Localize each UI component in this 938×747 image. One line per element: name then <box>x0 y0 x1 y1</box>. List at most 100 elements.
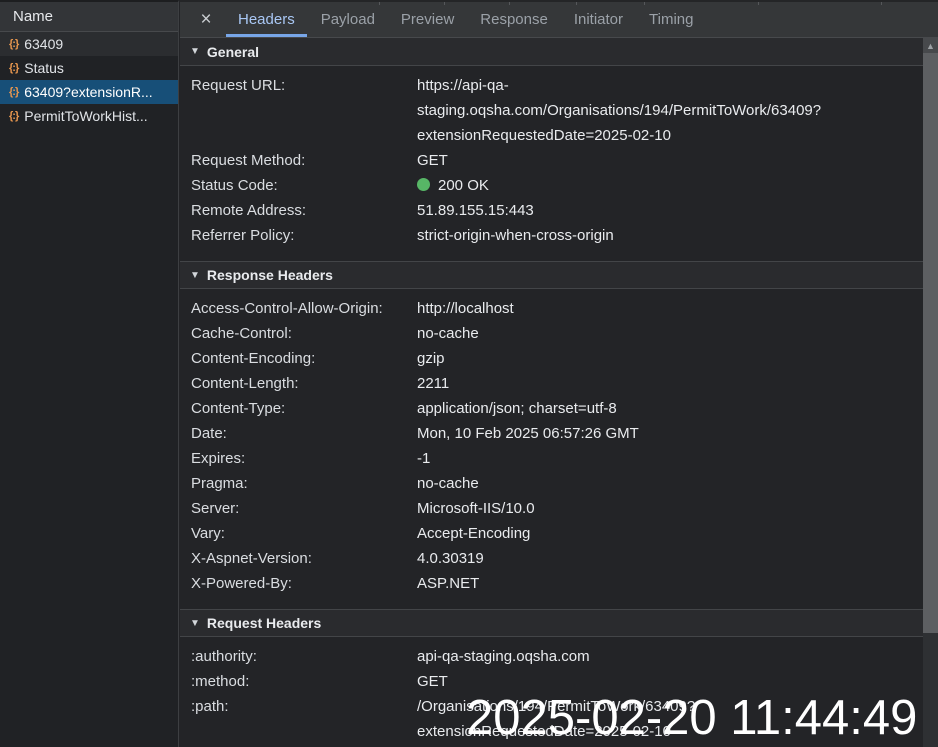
tab-initiator[interactable]: Initiator <box>562 2 635 37</box>
header-row: X-Powered-By: ASP.NET <box>180 571 923 596</box>
request-list-item-status[interactable]: {:} Status <box>0 56 178 80</box>
request-name-label: PermitToWorkHist... <box>24 108 148 124</box>
section-title: Response Headers <box>206 267 333 283</box>
header-value: Accept-Encoding <box>417 521 907 546</box>
header-row: Referrer Policy: strict-origin-when-cros… <box>180 223 923 248</box>
header-value: 51.89.155.15:443 <box>417 198 907 223</box>
header-value-text: ASP.NET <box>417 575 480 592</box>
header-value-text: application/json; charset=utf-8 <box>417 400 617 417</box>
header-row: Remote Address: 51.89.155.15:443 <box>180 198 923 223</box>
header-value-text: Microsoft-IIS/10.0 <box>417 500 535 517</box>
header-value-text: 51.89.155.15:443 <box>417 202 534 219</box>
header-key: X-Aspnet-Version: <box>191 550 312 567</box>
header-value: no-cache <box>417 321 907 346</box>
header-value: strict-origin-when-cross-origin <box>417 223 907 248</box>
header-value-text: Accept-Encoding <box>417 525 531 542</box>
json-braces-icon: {:} <box>9 110 19 122</box>
header-row: Expires: -1 <box>180 446 923 471</box>
header-key: Access-Control-Allow-Origin: <box>191 300 383 317</box>
header-key: Pragma: <box>191 475 248 492</box>
request-list-item-63409[interactable]: {:} 63409 <box>0 32 178 56</box>
header-value: https://api-qa-staging.oqsha.com/Organis… <box>417 73 907 148</box>
disclosure-triangle-icon: ▼ <box>190 617 200 629</box>
header-row: Content-Length: 2211 <box>180 371 923 396</box>
header-key: :authority: <box>191 648 257 665</box>
header-value-text: 200 OK <box>438 177 489 194</box>
column-divider-tick <box>644 2 645 5</box>
header-row: :method: GET <box>180 669 923 694</box>
header-row: Date: Mon, 10 Feb 2025 06:57:26 GMT <box>180 421 923 446</box>
header-value-text: http://localhost <box>417 300 514 317</box>
header-key: Request URL: <box>191 77 286 94</box>
section-rows: Access-Control-Allow-Origin: http://loca… <box>180 289 923 609</box>
header-row: :authority: api-qa-staging.oqsha.com <box>180 644 923 669</box>
tab-headers[interactable]: Headers <box>226 2 307 37</box>
header-value: gzip <box>417 346 907 371</box>
section-response-headers: ▼ Response Headers Access-Control-Allow-… <box>180 261 923 609</box>
header-key: Request Method: <box>191 152 306 169</box>
header-value-text: -1 <box>417 450 431 467</box>
header-row: X-Aspnet-Version: 4.0.30319 <box>180 546 923 571</box>
tab-payload[interactable]: Payload <box>309 2 387 37</box>
header-value: -1 <box>417 446 907 471</box>
header-value-text: gzip <box>417 350 445 367</box>
column-divider-tick <box>758 2 759 5</box>
header-value-text: GET <box>417 152 448 169</box>
column-divider-tick <box>444 2 445 5</box>
header-value-text: 2211 <box>417 375 450 392</box>
section-header[interactable]: ▼ Request Headers <box>180 609 923 637</box>
section-request-headers: ▼ Request Headers :authority: api-qa-sta… <box>180 609 923 747</box>
column-divider-tick <box>576 2 577 5</box>
header-value-text: https://api-qa-staging.oqsha.com/Organis… <box>417 77 822 144</box>
header-row: Request Method: GET <box>180 148 923 173</box>
header-key: Content-Type: <box>191 400 286 417</box>
section-title: General <box>206 43 260 60</box>
name-column-header[interactable]: Name <box>0 2 178 32</box>
column-divider-tick <box>881 2 882 5</box>
section-header[interactable]: ▼ General <box>180 38 923 66</box>
header-row: Access-Control-Allow-Origin: http://loca… <box>180 296 923 321</box>
header-key: Date: <box>191 425 227 442</box>
tab-timing[interactable]: Timing <box>637 2 705 37</box>
vertical-scrollbar[interactable]: ▲ <box>923 38 938 747</box>
scrollbar-thumb[interactable] <box>923 53 938 633</box>
request-name-label: Status <box>24 60 64 76</box>
scrollbar-up-arrow-icon[interactable]: ▲ <box>923 38 938 53</box>
header-value: no-cache <box>417 471 907 496</box>
tab-preview[interactable]: Preview <box>389 2 466 37</box>
header-key: Remote Address: <box>191 202 307 219</box>
request-list-item-permittoworkhist[interactable]: {:} PermitToWorkHist... <box>0 104 178 128</box>
header-value: 4.0.30319 <box>417 546 907 571</box>
header-value-text: no-cache <box>417 475 479 492</box>
header-row: Content-Type: application/json; charset=… <box>180 396 923 421</box>
json-braces-icon: {:} <box>9 86 19 98</box>
section-title: Request Headers <box>206 615 322 631</box>
header-value-text: 4.0.30319 <box>417 550 484 567</box>
header-key: Content-Length: <box>191 375 299 392</box>
header-value-text: GET <box>417 673 448 690</box>
header-value: /Organisations/194/PermitToWork/63409?​e… <box>417 694 907 744</box>
close-icon[interactable]: × <box>198 10 214 29</box>
header-key: Vary: <box>191 525 225 542</box>
details-tabbar: × Headers Payload Preview Response Initiator… <box>180 0 938 38</box>
header-key: :path: <box>191 698 229 715</box>
header-key: Cache-Control: <box>191 325 292 342</box>
request-name-label: 63409?extensionR... <box>24 84 153 100</box>
header-key: X-Powered-By: <box>191 575 292 592</box>
header-row: Cache-Control: no-cache <box>180 321 923 346</box>
devtools-network-panel: Name {:} 63409 {:} Status {:} 63409?exte… <box>0 0 938 747</box>
json-braces-icon: {:} <box>9 62 19 74</box>
header-row: Pragma: no-cache <box>180 471 923 496</box>
status-ok-dot <box>417 178 430 191</box>
header-value: 200 OK <box>417 173 907 198</box>
header-value: GET <box>417 148 907 173</box>
request-details-panel: × Headers Payload Preview Response Initiator… <box>180 0 938 747</box>
request-list-item-63409extensionr[interactable]: {:} 63409?extensionR... <box>0 80 178 104</box>
header-value: Mon, 10 Feb 2025 06:57:26 GMT <box>417 421 907 446</box>
request-list-sidebar: Name {:} 63409 {:} Status {:} 63409?exte… <box>0 0 179 747</box>
section-header[interactable]: ▼ Response Headers <box>180 261 923 289</box>
header-value: ASP.NET <box>417 571 907 596</box>
headers-content: ▼ General Request URL: https://api-qa-st… <box>180 38 923 747</box>
tab-response[interactable]: Response <box>468 2 560 37</box>
column-divider-tick <box>379 2 380 5</box>
